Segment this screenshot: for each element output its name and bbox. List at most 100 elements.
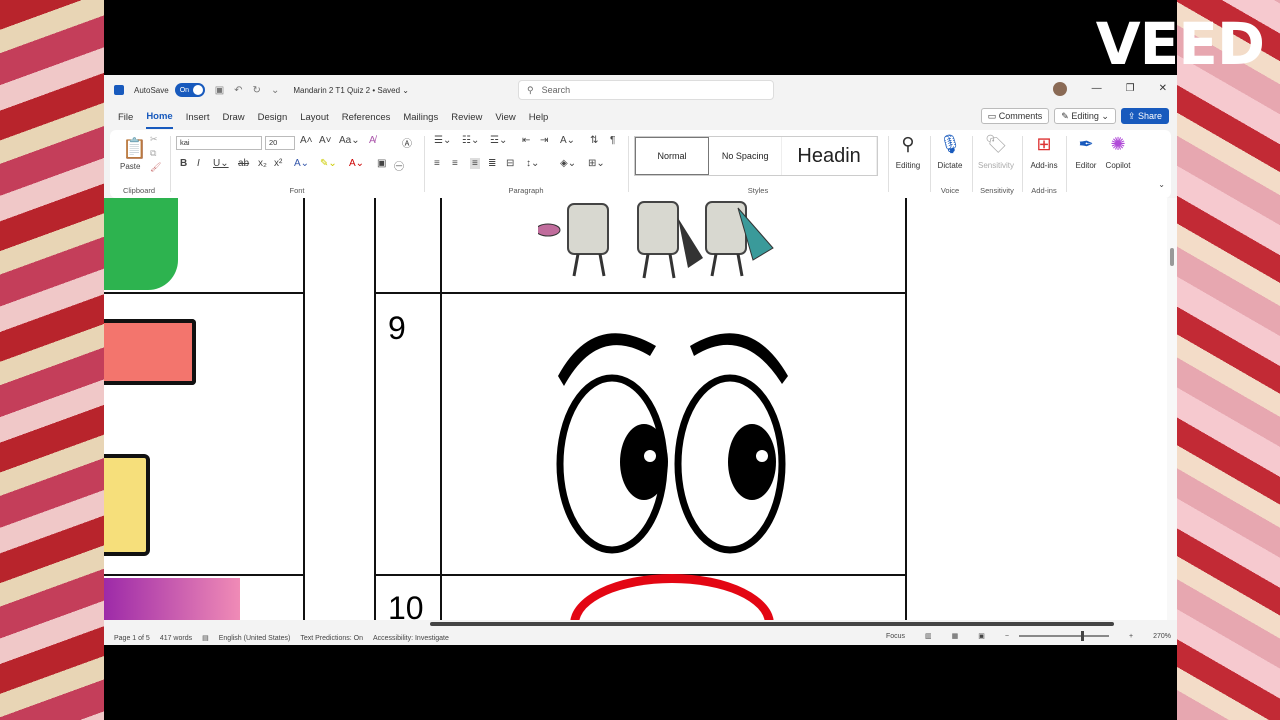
editor-label: Editor [1075,161,1097,170]
strikethrough-icon[interactable]: ab [238,158,249,169]
show-marks-icon[interactable]: ¶ [610,135,615,146]
tab-design[interactable]: Design [258,107,288,128]
purple-image [104,578,240,622]
word-count[interactable]: 417 words [160,635,192,642]
enclose-char-icon[interactable]: ㊀ [394,158,404,173]
paste-label[interactable]: Paste [120,162,140,171]
line-spacing-icon[interactable]: ↕⌄ [526,158,539,169]
copilot-button[interactable]: ✺ Copilot [1098,134,1138,170]
focus-button[interactable]: Focus [886,633,905,640]
autosave-toggle[interactable]: On [174,83,205,97]
horizontal-scrollbar[interactable] [104,620,1177,628]
text-effects-icon[interactable]: A⌄ [294,158,309,169]
styles-label: Styles [747,186,769,195]
tab-help[interactable]: Help [529,107,549,128]
clipboard-group: 📋 Paste ✂ ⧉ 🖌 Clipboard [110,130,168,198]
increase-indent-icon[interactable]: ⇥ [540,135,548,146]
zoom-level[interactable]: 270% [1153,633,1171,640]
search-placeholder: Search [541,85,571,95]
tab-layout[interactable]: Layout [300,107,329,128]
tab-draw[interactable]: Draw [222,107,244,128]
tab-insert[interactable]: Insert [186,107,210,128]
sort-icon[interactable]: ⇅ [590,135,598,146]
document-canvas[interactable]: 9 10 [104,198,1177,622]
asian-layout-icon[interactable]: A⌄ [560,135,575,146]
zoom-out-icon[interactable]: − [1005,633,1009,640]
tab-review[interactable]: Review [451,107,482,128]
format-painter-icon[interactable]: 🖌 [150,162,161,173]
decrease-indent-icon[interactable]: ⇤ [522,135,530,146]
font-size-field[interactable]: 20 [265,136,295,150]
comments-button[interactable]: ▭ Comments [980,108,1050,124]
collapse-ribbon-icon[interactable]: ⌄ [1158,180,1165,189]
table-border [440,198,442,622]
status-right: Focus ▥ ▦ ▣ − + 270% [876,631,1171,641]
bold-icon[interactable]: B [180,158,187,169]
copy-icon[interactable]: ⧉ [150,148,156,159]
multilevel-list-icon[interactable]: ☲⌄ [490,135,507,146]
zoom-slider[interactable] [1019,631,1109,641]
tab-mailings[interactable]: Mailings [403,107,438,128]
read-mode-icon[interactable]: ▥ [925,632,932,640]
align-left-icon[interactable]: ≡ [434,158,440,169]
borders-icon[interactable]: ⊞⌄ [588,158,605,169]
cartoon-eyes-illustration [556,333,788,554]
align-center-icon[interactable]: ≡ [452,158,458,169]
table-border [104,574,304,576]
tab-view[interactable]: View [495,107,515,128]
font-name-field[interactable]: kai [176,136,262,150]
italic-icon[interactable]: I [197,158,200,169]
shrink-font-icon[interactable]: A˅ [319,135,332,146]
document-title[interactable]: Mandarin 2 T1 Quiz 2 • Saved ⌄ [293,86,409,95]
undo-icon[interactable]: ↶ [234,85,242,96]
cut-icon[interactable]: ✂ [150,134,158,145]
restore-icon[interactable]: ❐ [1126,83,1135,94]
shading-icon[interactable]: ◈⌄ [560,158,576,169]
editing-mode-button[interactable]: ✎ Editing ⌄ [1054,108,1116,124]
underline-icon[interactable]: U⌄ [213,158,229,169]
close-icon[interactable]: ✕ [1159,83,1167,94]
customize-toolbar-icon[interactable]: ⌄ [271,85,279,96]
zoom-in-icon[interactable]: + [1129,633,1133,640]
font-color-icon[interactable]: A⌄ [349,158,364,169]
proofing-icon[interactable]: ▤ [202,634,209,642]
vertical-scrollbar[interactable] [1167,198,1177,622]
numbering-icon[interactable]: ☷⌄ [462,135,479,146]
superscript-icon[interactable]: x² [274,158,282,169]
justify-icon[interactable]: ≣ [488,158,496,169]
video-frame: VEED AutoSave On ▣ ↶ ↻ ⌄ Mandarin 2 T1 Q… [0,0,1280,720]
horizontal-scroll-thumb[interactable] [430,622,1114,626]
subscript-icon[interactable]: x₂ [258,158,267,169]
minimize-icon[interactable]: — [1092,83,1102,94]
web-layout-icon[interactable]: ▣ [978,632,985,640]
sensitivity-group: Sensitivity [972,130,1022,198]
tab-home[interactable]: Home [146,106,173,129]
search-box[interactable]: ⚲ Search [518,80,774,100]
share-button[interactable]: ⇪ Share [1120,108,1169,124]
accessibility-status[interactable]: Accessibility: Investigate [373,635,449,642]
align-right-icon[interactable]: ≡ [470,158,480,169]
highlight-icon[interactable]: ✎⌄ [320,158,337,169]
paste-icon[interactable]: 📋 [122,136,147,161]
text-effects-box-icon[interactable]: Ⓐ [402,135,412,150]
editing-button[interactable]: ⚲ Editing [888,134,928,170]
distributed-icon[interactable]: ⊟ [506,158,514,169]
comments-label: Comments [998,111,1043,121]
page-count[interactable]: Page 1 of 5 [114,635,150,642]
tab-references[interactable]: References [342,107,391,128]
tab-file[interactable]: File [118,107,133,128]
user-avatar[interactable] [1053,82,1067,96]
text-predictions-status[interactable]: Text Predictions: On [300,635,363,642]
grow-font-icon[interactable]: A˄ [300,135,313,146]
question-number-9: 9 [388,310,406,346]
language-status[interactable]: English (United States) [219,635,291,642]
print-layout-icon[interactable]: ▦ [952,632,959,640]
bullets-icon[interactable]: ☰⌄ [434,135,451,146]
vertical-scroll-thumb[interactable] [1170,248,1174,266]
save-icon[interactable]: ▣ [215,85,224,96]
character-shading-icon[interactable]: ▣ [377,158,386,169]
change-case-icon[interactable]: Aa⌄ [339,135,360,146]
redo-icon[interactable]: ↻ [253,85,261,96]
chevron-down-icon: ⌄ [1098,110,1109,121]
clear-formatting-icon[interactable]: A̸ [369,135,376,146]
